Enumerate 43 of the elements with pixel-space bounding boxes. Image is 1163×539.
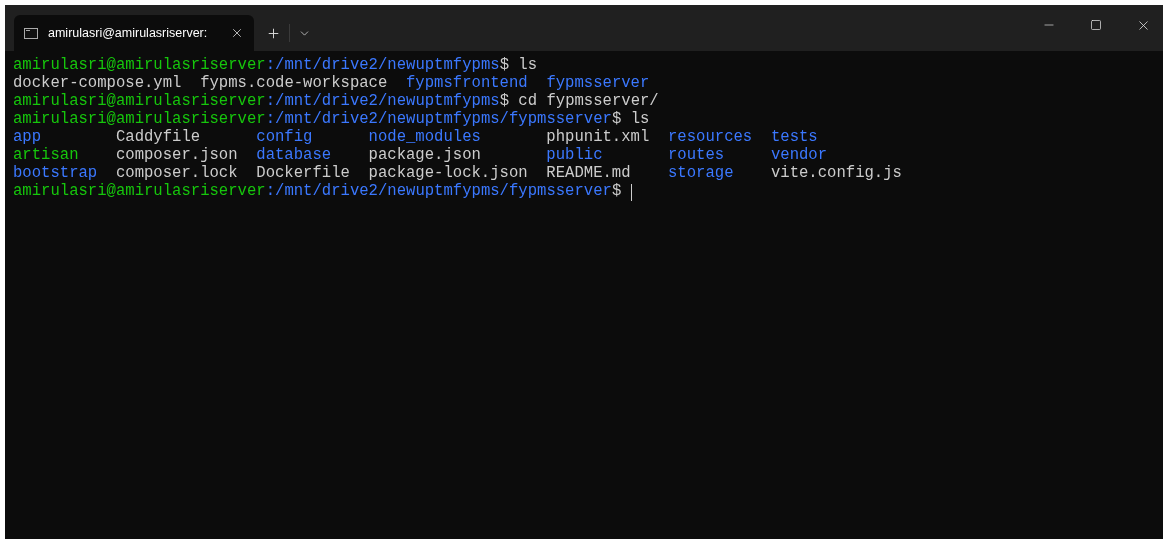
tab-title: amirulasri@amirulasriserver: [48,24,208,42]
prompt-user: amirulasri@amirulasriserver [13,109,266,129]
prompt-path: :/mnt/drive2/newuptmfypms [265,91,500,111]
file-name: tests [770,128,818,147]
file-name: vite.config.js [770,164,902,183]
file-name: fypmsserver [546,73,650,93]
command-text: $ ls [611,109,650,129]
add-icon[interactable] [266,25,281,41]
file-name: config [256,128,313,147]
file-name: storage [668,164,734,183]
file-name: README.md [546,164,631,183]
maximize-icon[interactable] [1090,19,1102,31]
file-name: app [13,128,42,147]
file-name: public [546,146,603,165]
file-name: composer.json [115,146,238,165]
terminal-tab[interactable]: amirulasri@amirulasriserver: [14,15,254,51]
file-name: artisan [13,146,79,165]
file-name: package.json [368,146,481,165]
prompt-path: :/mnt/drive2/newuptmfypms/fypmsserver [265,109,612,129]
file-name: resources [668,128,753,147]
prompt-user: amirulasri@amirulasriserver [13,91,266,111]
file-name: Caddyfile [115,128,201,147]
prompt-path: :/mnt/drive2/newuptmfypms [265,55,500,75]
file-name: Dockerfile [256,164,350,183]
file-name: phpunit.xml [546,128,650,147]
file-name: bootstrap [13,164,98,183]
file-name: fypmsfrontend [406,73,528,93]
file-name: composer.lock [115,164,238,183]
prompt-path: :/mnt/drive2/newuptmfypms/fypmsserver [265,181,612,203]
file-name: package-lock.json [368,164,528,183]
file-name: fypms.code-workspace [200,73,388,93]
prompt-user: amirulasri@amirulasriserver [13,55,266,75]
file-name: node_modules [368,128,481,147]
terminal-icon [24,27,38,39]
file-name: database [256,146,332,165]
file-name: docker-compose.yml [13,73,182,93]
command-text: $ [611,181,622,203]
command-text: $ ls [499,55,538,75]
command-text: $ cd fypmsserver/ [499,91,659,111]
file-name: vendor [770,146,828,165]
prompt-user: amirulasri@amirulasriserver [13,181,266,203]
file-name: routes [668,146,725,165]
close-icon[interactable] [230,26,244,40]
